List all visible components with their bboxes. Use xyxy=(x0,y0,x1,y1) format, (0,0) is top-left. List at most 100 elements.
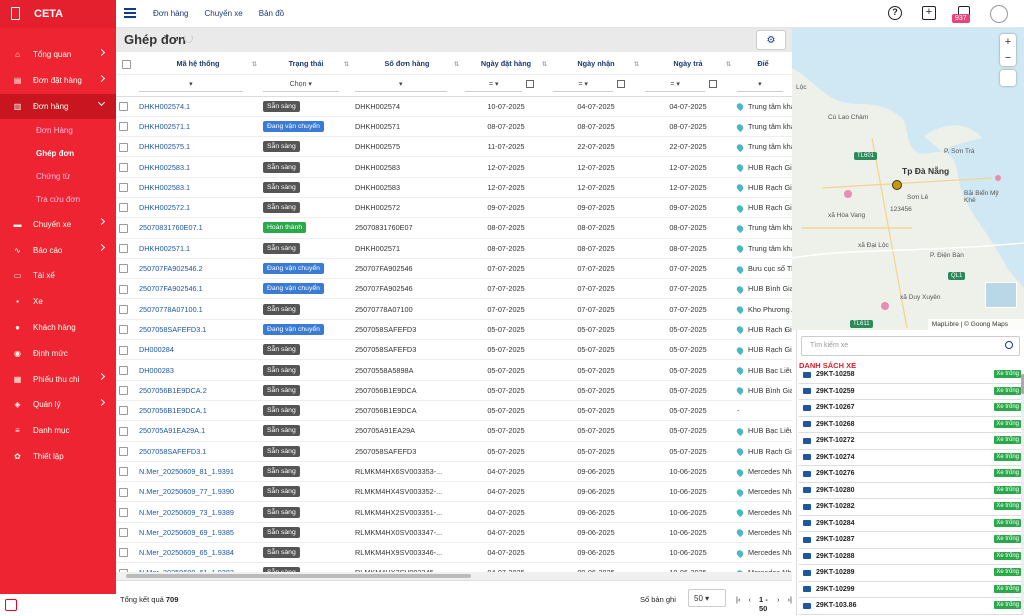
vehicle-item[interactable]: 29KT-10259 Xe trống xyxy=(799,384,1023,400)
settings-button[interactable]: ⚙ xyxy=(756,30,786,50)
order-link[interactable]: 250707FA902546.2 xyxy=(139,264,203,273)
order-link[interactable]: DHKH002583.1 xyxy=(139,163,190,172)
vehicle-item[interactable]: 29KT-10274 Xe trống xyxy=(799,450,1023,466)
rows-per-page-select[interactable]: 50 ▾ xyxy=(688,589,726,607)
order-link[interactable]: N.Mer_20250609_73_1.9389 xyxy=(139,508,234,517)
chevron-icon[interactable] xyxy=(97,398,106,407)
table-row[interactable]: N.Mer_20250609_81_1.9391 Sẵn sàng RLMKM4HX… xyxy=(116,461,792,483)
chevron-icon[interactable] xyxy=(97,74,106,82)
order-link[interactable]: DHKH002572.1 xyxy=(139,203,190,212)
vehicle-item[interactable]: 29KT-10289 Xe trống xyxy=(799,565,1023,582)
next-page-icon[interactable]: › xyxy=(777,595,780,613)
table-row[interactable]: N.Mer_20250609_69_1.9385 Sẵn sàng RLMKM4HX… xyxy=(116,522,792,544)
filter-order-date[interactable]: = ▾ xyxy=(465,78,523,92)
sidebar-item[interactable]: ▭ Tài xế xyxy=(0,263,116,289)
order-link[interactable]: DHKH002575.1 xyxy=(139,142,190,151)
chevron-icon[interactable] xyxy=(97,218,106,226)
order-link[interactable]: 2507058SAFEFD3.1 xyxy=(139,447,206,456)
menu-toggle-icon[interactable] xyxy=(124,8,136,18)
order-link[interactable]: 250707FA902546.1 xyxy=(139,284,203,293)
filter-receive-date[interactable]: = ▾ xyxy=(553,78,614,92)
select-all-checkbox[interactable] xyxy=(121,59,131,69)
table-row[interactable]: 2507056B1E9DCA.2 Sẵn sàng 2507056B1E9DCA 05… xyxy=(116,380,792,401)
order-link[interactable]: N.Mer_20250609_81_1.9391 xyxy=(139,467,234,476)
row-checkbox[interactable] xyxy=(119,487,128,497)
vehicle-search-input[interactable]: Tìm kiếm xe xyxy=(801,336,1020,356)
row-checkbox[interactable] xyxy=(119,467,128,477)
sidebar-item[interactable]: ▬ Chuyến xe xyxy=(0,211,116,237)
sort-icon[interactable]: ⇅ xyxy=(634,61,639,68)
table-row[interactable]: DHKH002574.1 Sẵn sàng DHKH002574 10-07-2025… xyxy=(116,96,792,117)
row-checkbox[interactable] xyxy=(119,244,128,254)
order-link[interactable]: N.Mer_20250609_77_1.9390 xyxy=(139,487,234,496)
row-checkbox[interactable] xyxy=(119,264,128,274)
calendar-icon[interactable] xyxy=(526,80,535,89)
sort-icon[interactable]: ⇅ xyxy=(726,61,731,68)
top-nav-trips[interactable]: Chuyến xe xyxy=(205,9,243,18)
sidebar-item[interactable]: ⌂ Tổng quan xyxy=(0,42,116,68)
avatar[interactable] xyxy=(990,5,1008,23)
table-row[interactable]: 250707FA902546.2 Đang vận chuyển 250707FA9… xyxy=(116,258,792,280)
last-page-icon[interactable]: ›| xyxy=(788,595,792,613)
order-link[interactable]: DHKH002574.1 xyxy=(139,102,190,111)
sidebar-item[interactable]: ▤ Đơn đặt hàng xyxy=(0,68,116,94)
col-return-date[interactable]: Ngày trả ⇅ xyxy=(642,54,734,75)
sidebar-item[interactable]: ▦ Phiếu thu chi xyxy=(0,366,116,392)
minimap[interactable] xyxy=(985,282,1017,308)
vehicle-item[interactable]: 29KT-10267 Xe trống xyxy=(799,400,1023,417)
vehicle-item[interactable]: 29KT-10268 Xe trống xyxy=(799,417,1023,433)
col-status[interactable]: Trạng thái ⇅ xyxy=(260,54,352,75)
vehicle-item[interactable]: 29KT-10280 Xe trống xyxy=(799,483,1023,499)
first-page-icon[interactable]: |‹ xyxy=(736,595,740,613)
row-checkbox[interactable] xyxy=(119,365,128,375)
sidebar-subitem[interactable]: Ghép đơn xyxy=(0,142,116,165)
filter-status-select[interactable]: Chọn ▾ xyxy=(263,78,339,92)
order-link[interactable]: DHKH002571.1 xyxy=(139,122,190,131)
table-row[interactable]: N.Mer_20250609_77_1.9390 Sẵn sàng RLMKM4HX… xyxy=(116,481,792,503)
table-row[interactable]: DHKH002572.1 Sẵn sàng DHKH002572 09-07-2025… xyxy=(116,197,792,219)
row-checkbox[interactable] xyxy=(119,406,128,416)
chevron-icon[interactable] xyxy=(97,48,106,57)
row-checkbox[interactable] xyxy=(119,162,128,172)
scroll-thumb[interactable] xyxy=(126,574,471,578)
table-row[interactable]: N.Mer_20250609_73_1.9389 Sẵn sàng RLMKM4HX… xyxy=(116,501,792,523)
panel-collapse-icon[interactable]: › xyxy=(784,324,792,338)
order-link[interactable]: DH000283 xyxy=(139,366,174,375)
chevron-icon[interactable] xyxy=(97,98,106,106)
row-checkbox[interactable] xyxy=(119,223,128,233)
row-checkbox[interactable] xyxy=(119,548,128,558)
row-checkbox[interactable] xyxy=(119,284,128,294)
order-link[interactable]: 25070778A07100.1 xyxy=(139,305,203,314)
row-checkbox[interactable] xyxy=(119,386,128,396)
row-checkbox[interactable] xyxy=(119,183,128,193)
order-link[interactable]: DH000284 xyxy=(139,345,174,354)
table-row[interactable]: DHKH002575.1 Sẵn sàng DHKH002575 11-07-2025… xyxy=(116,136,792,158)
vehicle-item[interactable]: 29KT-103.86 Xe trống xyxy=(799,598,1023,615)
chevron-icon[interactable] xyxy=(97,244,106,252)
sidebar-subitem[interactable]: Đơn Hàng xyxy=(0,119,116,142)
row-checkbox[interactable] xyxy=(119,101,128,111)
order-link[interactable]: 2507056B1E9DCA.1 xyxy=(139,406,207,415)
search-icon[interactable] xyxy=(1005,341,1013,349)
col-order-no[interactable]: Số đơn hàng ⇅ xyxy=(352,54,462,75)
zoom-out-button[interactable]: − xyxy=(1000,50,1016,66)
vehicle-item[interactable]: 29KT-10284 Xe trống xyxy=(799,516,1023,532)
vehicle-item[interactable]: 29KT-10288 Xe trống xyxy=(799,549,1023,565)
compass-icon[interactable] xyxy=(1000,70,1016,86)
order-link[interactable]: N.Mer_20250609_69_1.9385 xyxy=(139,528,234,537)
order-link[interactable]: 2507058SAFEFD3.1 xyxy=(139,325,206,334)
sidebar-item[interactable]: ▪ Xe xyxy=(0,289,116,315)
table-row[interactable]: DH000283 Sẵn sàng 25070558A5898A 05-07-2025… xyxy=(116,359,792,381)
top-nav-map[interactable]: Bản đồ xyxy=(259,9,284,18)
order-link[interactable]: 25070831760E07.1 xyxy=(139,223,203,232)
table-row[interactable]: 2507058SAFEFD3.1 Đang vận chuyển 2507058SA… xyxy=(116,319,792,341)
sort-icon[interactable]: ⇅ xyxy=(542,61,547,68)
filter-system-code[interactable]: ▾ xyxy=(139,78,243,92)
table-row[interactable]: N.Mer_20250609_65_1.9384 Sẵn sàng RLMKM4HX… xyxy=(116,542,792,564)
table-row[interactable]: 2507056B1E9DCA.1 Sẵn sàng 2507056B1E9DCA 05… xyxy=(116,400,792,422)
table-row[interactable]: DHKH002571.1 Đang vận chuyển DHKH002571 08-… xyxy=(116,116,792,138)
row-checkbox[interactable] xyxy=(119,304,128,314)
row-checkbox[interactable] xyxy=(119,203,128,213)
sidebar-item[interactable]: ◉ Định mức xyxy=(0,340,116,366)
order-link[interactable]: 2507056B1E9DCA.2 xyxy=(139,386,207,395)
